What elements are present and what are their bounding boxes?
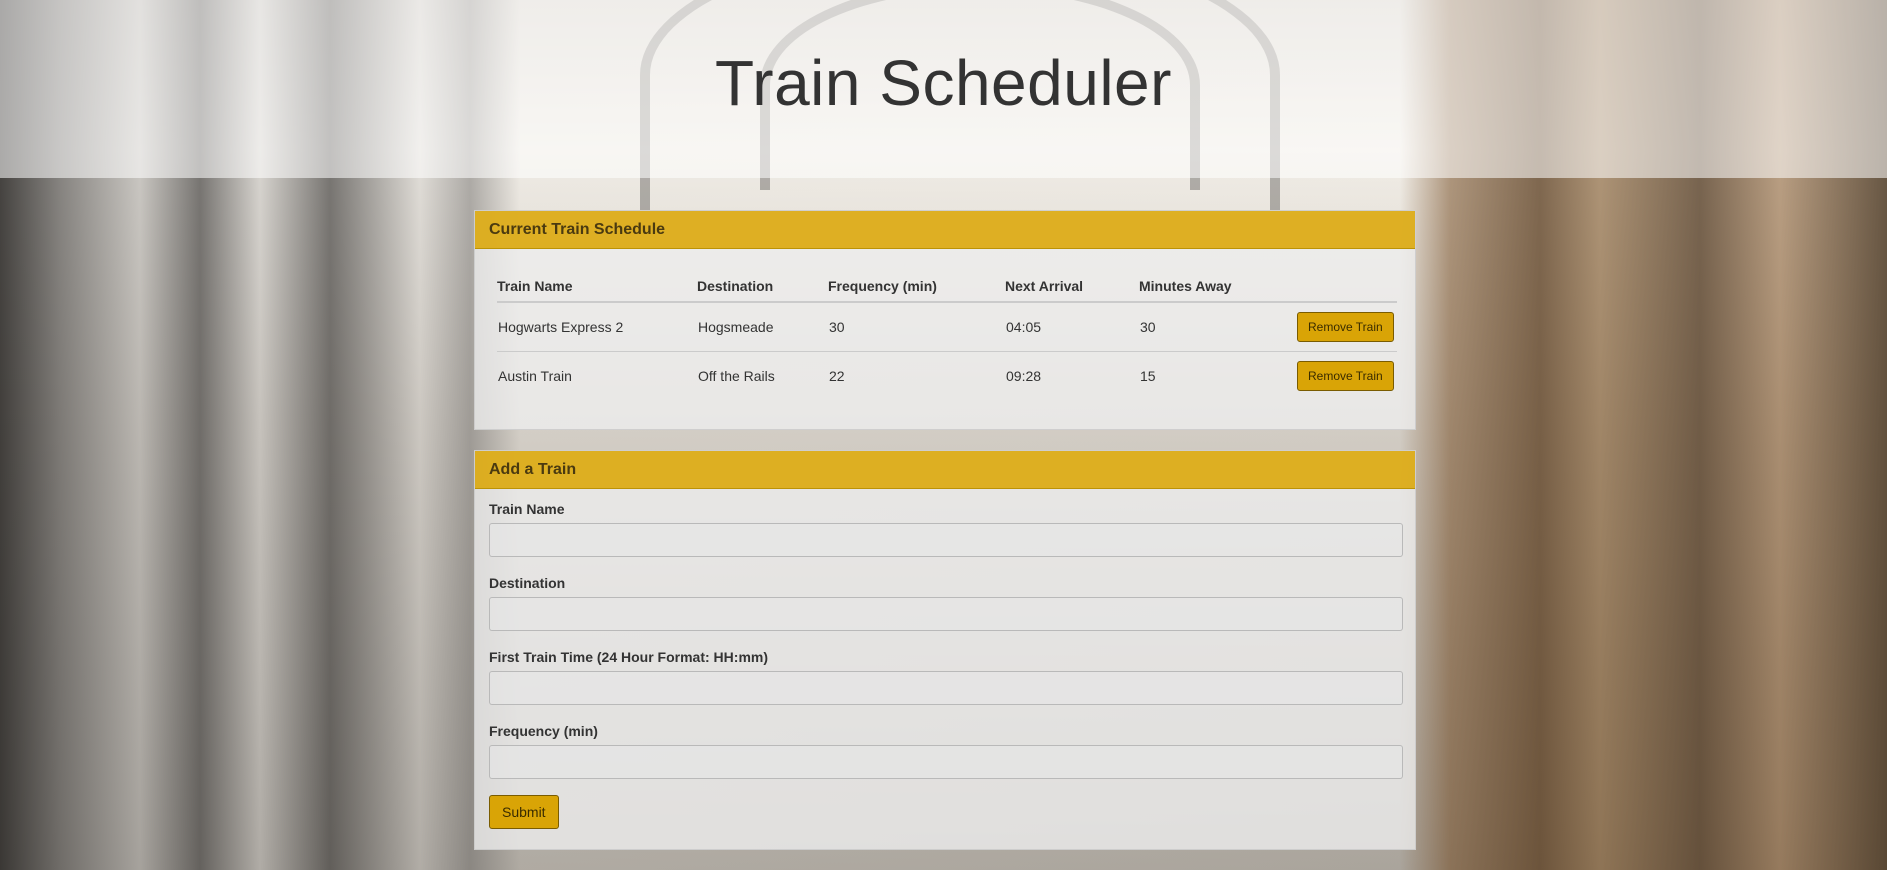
schedule-panel-heading: Current Train Schedule <box>475 211 1415 249</box>
column-header-frequency: Frequency (min) <box>828 271 1005 303</box>
remove-train-button[interactable]: Remove Train <box>1297 312 1394 342</box>
add-train-panel-heading: Add a Train <box>475 451 1415 489</box>
column-header-destination: Destination <box>697 271 828 303</box>
add-train-panel: Add a Train Train Name Destination First… <box>474 450 1416 850</box>
first-train-time-label: First Train Time (24 Hour Format: HH:mm) <box>489 649 769 665</box>
column-header-actions <box>1296 271 1397 303</box>
frequency-cell: 30 <box>828 302 1005 352</box>
destination-cell: Hogsmeade <box>697 302 828 352</box>
next-arrival-cell: 09:28 <box>1006 368 1042 384</box>
frequency-input[interactable] <box>489 745 1403 779</box>
submit-button[interactable]: Submit <box>489 795 559 829</box>
column-header-next-arrival: Next Arrival <box>1005 271 1139 303</box>
train-name-label: Train Name <box>489 501 565 517</box>
destination-input[interactable] <box>489 597 1403 631</box>
frequency-cell: 22 <box>829 368 845 384</box>
destination-label: Destination <box>489 575 566 591</box>
next-arrival-cell: 04:05 <box>1005 302 1139 352</box>
minutes-away-cell: 30 <box>1139 302 1296 352</box>
schedule-panel: Current Train Schedule Train Name Destin… <box>474 210 1416 430</box>
minutes-away-cell: 15 <box>1140 368 1156 384</box>
schedule-table: Train Name Destination Frequency (min) N… <box>497 271 1397 400</box>
page-title: Train Scheduler <box>715 47 1172 119</box>
train-name-cell: Austin Train <box>498 368 572 384</box>
action-cell: Remove Train <box>1296 352 1397 401</box>
first-train-time-input[interactable] <box>489 671 1403 705</box>
column-header-minutes-away: Minutes Away <box>1139 271 1296 303</box>
page-background: Train Scheduler Current Train Schedule T… <box>0 0 1887 870</box>
remove-train-button[interactable]: Remove Train <box>1297 361 1394 391</box>
action-cell: Remove Train <box>1296 302 1397 352</box>
table-header-row: Train Name Destination Frequency (min) N… <box>497 271 1397 303</box>
train-name-input[interactable] <box>489 523 1403 557</box>
add-train-form: Train Name Destination First Train Time … <box>489 501 1403 829</box>
column-header-train-name: Train Name <box>497 271 697 303</box>
train-name-cell: Hogwarts Express 2 <box>497 302 697 352</box>
table-row: Hogwarts Express 2 Hogsmeade 30 04:05 30… <box>497 302 1397 352</box>
frequency-label: Frequency (min) <box>489 723 598 739</box>
destination-cell: Off the Rails <box>698 368 775 384</box>
table-row: Austin Train Off the Rails 22 09:28 15 R… <box>497 352 1397 401</box>
